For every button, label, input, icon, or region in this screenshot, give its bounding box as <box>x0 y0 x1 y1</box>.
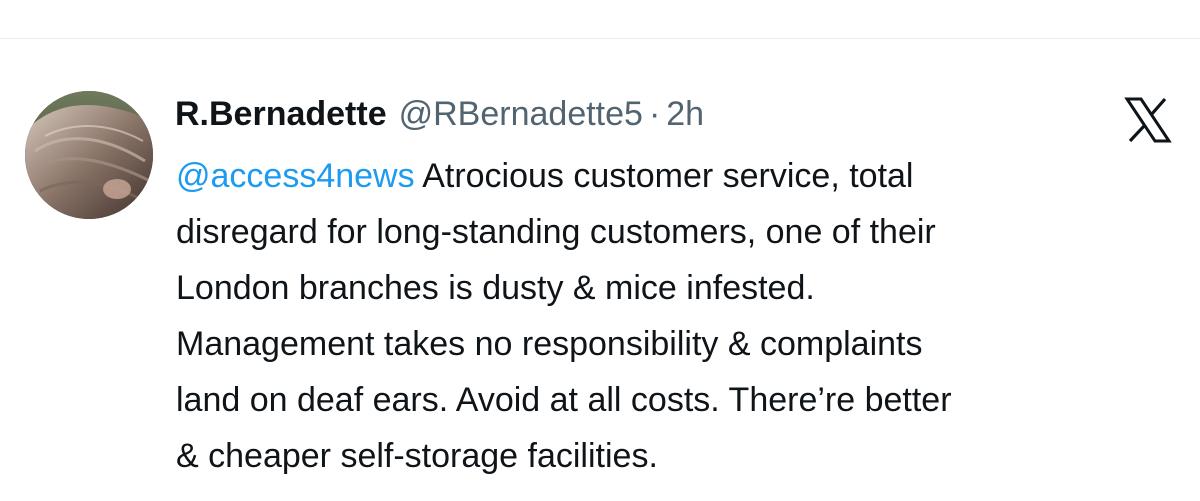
tweet-header: R.Bernadette @RBernadette5 · 2h <box>175 92 704 136</box>
tweet-text: @access4news Atrocious customer service,… <box>176 148 1186 484</box>
mention-link[interactable]: @access4news <box>176 157 415 195</box>
tweet-line: & cheaper self-storage facilities. <box>176 437 658 475</box>
author-name[interactable]: R.Bernadette <box>175 92 387 136</box>
author-handle[interactable]: @RBernadette5 <box>399 92 643 136</box>
tweet-line: @access4news Atrocious customer service,… <box>176 148 1186 204</box>
tweet-line-text: Atrocious customer service, total <box>414 157 914 195</box>
separator-dot: · <box>648 95 661 133</box>
x-logo-icon[interactable] <box>1124 97 1172 143</box>
tweet-line: Management takes no responsibility & com… <box>176 325 923 363</box>
tweet-line: disregard for long-standing customers, o… <box>176 213 936 251</box>
tweet-line: land on deaf ears. Avoid at all costs. T… <box>176 381 952 419</box>
avatar[interactable] <box>25 91 153 219</box>
tweet-card[interactable]: R.Bernadette @RBernadette5 · 2h @access4… <box>0 39 1200 501</box>
tweet-line: London branches is dusty & mice infested… <box>176 269 815 307</box>
avatar-image <box>25 91 153 219</box>
timestamp[interactable]: 2h <box>666 92 704 136</box>
